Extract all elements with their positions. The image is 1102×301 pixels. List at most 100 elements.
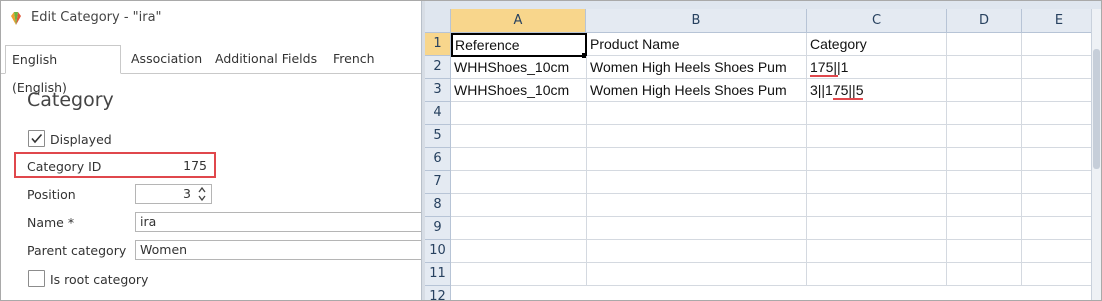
row-header[interactable]: 6 [425,148,451,171]
empty-cell[interactable] [587,194,807,217]
empty-cell[interactable] [1022,171,1097,194]
empty-cell[interactable] [807,217,947,240]
empty-cell[interactable] [451,171,587,194]
row-header[interactable]: 1 [425,33,451,56]
tab-additional-fields[interactable]: Additional Fields [209,45,323,73]
prestashop-logo-icon [11,12,21,25]
tab-english[interactable]: English (English) [5,45,121,95]
empty-cell[interactable] [587,263,807,286]
category-175-underline [810,75,838,77]
empty-cell[interactable] [451,240,587,263]
row-header[interactable]: 10 [425,240,451,263]
empty-cell[interactable] [587,102,807,125]
empty-cell[interactable] [451,148,587,171]
cell-d1[interactable] [947,33,1022,56]
category-id-highlight [14,152,216,178]
title-bar: Edit Category - "ira" [1,1,421,35]
empty-cell[interactable] [807,240,947,263]
empty-cell[interactable] [587,240,807,263]
cell-a1[interactable]: Reference [451,33,587,57]
empty-cell[interactable] [947,217,1022,240]
empty-cell[interactable] [807,263,947,286]
empty-cell[interactable] [947,102,1022,125]
empty-cell[interactable] [947,240,1022,263]
column-header-e[interactable]: E [1022,9,1097,33]
cell-e1[interactable] [1022,33,1097,56]
cell-c1[interactable]: Category [807,33,947,56]
tab-association[interactable]: Association [125,45,208,73]
empty-cell[interactable] [807,148,947,171]
empty-cell[interactable] [451,125,587,148]
parent-category-label: Parent category [27,243,127,258]
position-label: Position [27,187,76,202]
empty-cell[interactable] [947,263,1022,286]
cell-a3[interactable]: WHHShoes_10cm [451,79,587,102]
vertical-scrollbar[interactable] [1091,9,1101,300]
row-header[interactable]: 5 [425,125,451,148]
name-field[interactable]: ira [135,212,421,232]
empty-cell[interactable] [451,102,587,125]
cell-b1[interactable]: Product Name [587,33,807,56]
cell-d2[interactable] [947,56,1022,79]
row-header[interactable]: 11 [425,263,451,286]
cell-a2[interactable]: WHHShoes_10cm [451,56,587,79]
window-title: Edit Category - "ira" [31,10,162,25]
scrollbar-thumb[interactable] [1093,49,1100,169]
toolbar-strip [425,1,1101,9]
row-header[interactable]: 8 [425,194,451,217]
empty-cell[interactable] [807,194,947,217]
row-header[interactable]: 3 [425,79,451,102]
is-root-category-checkbox[interactable] [28,270,45,287]
empty-cell[interactable] [1022,240,1097,263]
select-all-corner[interactable] [425,9,451,33]
is-root-category-label: Is root category [50,272,149,287]
empty-cell[interactable] [1022,125,1097,148]
row-header[interactable]: 9 [425,217,451,240]
empty-cell[interactable] [807,102,947,125]
empty-cell[interactable] [587,217,807,240]
empty-cell[interactable] [947,194,1022,217]
cell-b3[interactable]: Women High Heels Shoes Pum [587,79,807,102]
empty-cell[interactable] [1022,148,1097,171]
name-label: Name * [27,215,75,230]
empty-cell[interactable] [1022,102,1097,125]
displayed-label: Displayed [50,132,112,147]
empty-cell[interactable] [587,125,807,148]
column-header-c[interactable]: C [807,9,947,33]
column-header-d[interactable]: D [947,9,1022,33]
tab-french[interactable]: French [327,45,381,73]
empty-cell[interactable] [1022,194,1097,217]
empty-cell[interactable] [807,171,947,194]
empty-cell[interactable] [1022,217,1097,240]
cell-b2[interactable]: Women High Heels Shoes Pum [587,56,807,79]
empty-cell[interactable] [947,148,1022,171]
spreadsheet: A B C D E 1 2 3 4 5 6 7 8 9 10 11 12 Ref… [425,1,1101,300]
displayed-checkbox[interactable] [28,130,45,147]
column-header-a[interactable]: A [451,9,586,33]
cell-d3[interactable] [947,79,1022,102]
empty-cell[interactable] [947,125,1022,148]
section-title: Category [27,89,114,111]
row-header[interactable]: 2 [425,56,451,79]
edit-category-window: Edit Category - "ira" English (English) … [1,1,421,300]
parent-category-field[interactable]: Women [135,240,421,260]
empty-cell[interactable] [451,194,587,217]
column-header-b[interactable]: B [586,9,807,33]
tab-bar: English (English) Association Additional… [1,41,421,95]
row-header[interactable]: 4 [425,102,451,125]
cell-c3[interactable]: 3||175||5 [807,79,947,102]
empty-cell[interactable] [1022,263,1097,286]
up-down-arrows-icon[interactable] [195,185,209,203]
empty-cell[interactable] [947,171,1022,194]
checkmark-icon [31,133,43,144]
empty-cell[interactable] [587,171,807,194]
empty-cell[interactable] [807,125,947,148]
empty-cell[interactable] [451,263,587,286]
screenshot-frame: Edit Category - "ira" English (English) … [0,0,1102,301]
empty-cell[interactable] [451,217,587,240]
cell-e3[interactable] [1022,79,1097,102]
empty-cell[interactable] [587,148,807,171]
cell-e2[interactable] [1022,56,1097,79]
row-header[interactable]: 12 [425,286,451,300]
row-header[interactable]: 7 [425,171,451,194]
